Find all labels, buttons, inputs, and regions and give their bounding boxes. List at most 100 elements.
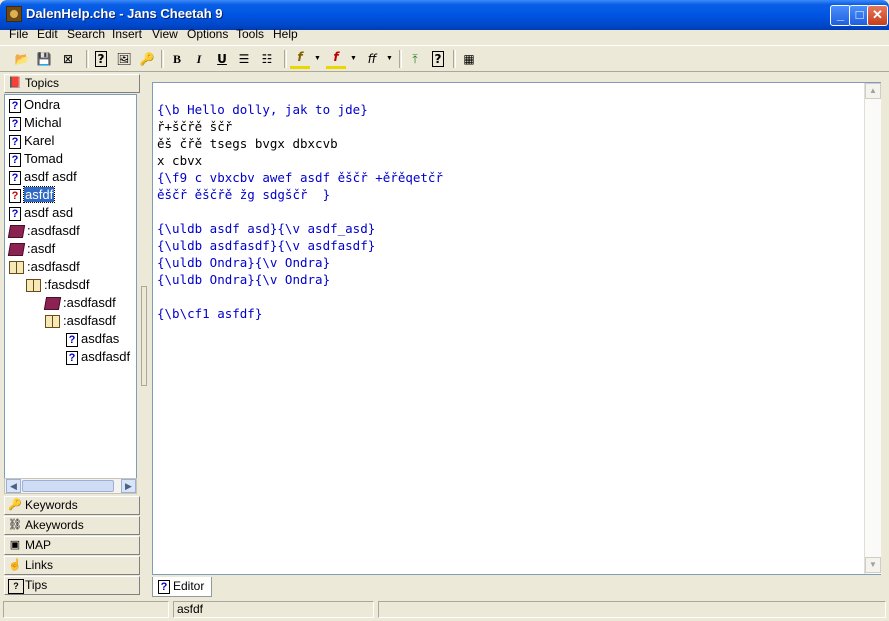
menu-edit[interactable]: Edit bbox=[37, 27, 58, 41]
question-icon: ? bbox=[66, 332, 78, 347]
run-help-icon: ? bbox=[431, 51, 445, 67]
tips-tab[interactable]: ? Tips bbox=[4, 576, 140, 595]
font-size-dropdown-icon[interactable]: ▼ bbox=[386, 49, 393, 69]
tree-item-label: :asdfasdf bbox=[27, 259, 80, 274]
bullet-list-icon: ☰ bbox=[238, 52, 250, 66]
window-title: DalenHelp.che - Jans Cheetah 9 bbox=[26, 6, 223, 21]
editor-line: ěš čřě tsegs bvgx dbxcvb bbox=[157, 136, 338, 151]
close-file-button[interactable]: ⊠ bbox=[58, 49, 78, 69]
tree-item[interactable]: ? asfdf bbox=[9, 186, 56, 203]
editor-line: {\uldb asdf asd}{\v asdf_asd} bbox=[157, 221, 376, 236]
keywords-button[interactable]: 🔑 bbox=[137, 49, 157, 69]
menu-insert[interactable]: Insert bbox=[112, 27, 142, 41]
scroll-up-icon[interactable]: ▲ bbox=[865, 83, 881, 99]
key-icon: 🔑 bbox=[139, 52, 155, 66]
save-button[interactable]: 💾 bbox=[34, 49, 54, 69]
tree-item[interactable]: ? Ondra bbox=[9, 97, 60, 113]
editor-line: {\uldb Ondra}{\v Ondra} bbox=[157, 255, 331, 270]
menu-bar: File Edit Search Insert View Options Too… bbox=[0, 25, 889, 44]
toolbar: 📂 💾 ⊠ ? 🖼 🔑 B I U ☰ ☷ f ▼ f ▼ ff ▼ ⤒ ? ▦ bbox=[0, 45, 889, 72]
menu-search[interactable]: Search bbox=[67, 27, 105, 41]
book-open-icon bbox=[9, 261, 24, 275]
status-panel-topic: asfdf bbox=[173, 601, 374, 618]
properties-icon: ▦ bbox=[463, 52, 475, 66]
tree-item[interactable]: :asdfasdf bbox=[7, 223, 80, 239]
status-panel-3 bbox=[378, 601, 886, 618]
editor-line: ěščř ěščřě žg sdgščř } bbox=[157, 187, 331, 202]
highlight-color-dropdown-icon[interactable]: ▼ bbox=[314, 49, 321, 69]
tree-item[interactable]: :asdf bbox=[7, 241, 55, 257]
tree-item-label: asfdf bbox=[22, 186, 56, 203]
tree-horizontal-scrollbar[interactable]: ◀ ▶ bbox=[4, 478, 137, 494]
open-button[interactable]: 📂 bbox=[12, 49, 32, 69]
question-icon: ? bbox=[9, 206, 21, 221]
compile-icon: ⤒ bbox=[412, 52, 418, 66]
editor-line: {\uldb asdfasdf}{\v asdfasdf} bbox=[157, 238, 376, 253]
tree-item-label: asdfasdf bbox=[81, 349, 131, 364]
minimize-icon: _ bbox=[836, 7, 845, 22]
tree-item[interactable]: ? Karel bbox=[9, 133, 54, 149]
topics-tab[interactable]: 📕 Topics bbox=[4, 74, 140, 93]
underline-button[interactable]: U bbox=[212, 49, 232, 69]
compile-button[interactable]: ⤒ bbox=[405, 49, 425, 69]
scroll-right-icon[interactable]: ▶ bbox=[121, 479, 136, 493]
question-icon: ? bbox=[9, 152, 21, 167]
highlight-color-button[interactable]: f bbox=[290, 49, 310, 69]
floppy-disk-icon: 💾 bbox=[36, 52, 52, 66]
font-size-button[interactable]: ff bbox=[362, 49, 382, 69]
tree-item[interactable]: ? asdf asd bbox=[9, 205, 73, 221]
app-icon[interactable] bbox=[6, 6, 22, 22]
tree-item[interactable]: ? Michal bbox=[9, 115, 62, 131]
status-panel-1 bbox=[3, 601, 169, 618]
tree-item[interactable]: :asdfasdf bbox=[45, 313, 116, 329]
tree-item[interactable]: :asdfasdf bbox=[43, 295, 116, 311]
editor-text[interactable]: {\b Hello dolly, jak to jde} ř+ščřě ščř ěš… bbox=[157, 101, 857, 322]
menu-help[interactable]: Help bbox=[273, 27, 298, 41]
topics-tree[interactable]: ? Ondra? Michal? Karel? Tomad? asdf asdf? asfd… bbox=[4, 94, 137, 479]
tree-item[interactable]: ? asdfasdf bbox=[66, 349, 130, 365]
run-help-button[interactable]: ? bbox=[428, 49, 448, 69]
editor-tab[interactable]: ? Editor bbox=[152, 577, 212, 597]
tree-item[interactable]: ? Tomad bbox=[9, 151, 63, 167]
scroll-left-icon[interactable]: ◀ bbox=[6, 479, 21, 493]
map-tab[interactable]: ▣ MAP bbox=[4, 536, 140, 555]
links-tab[interactable]: ☝ Links bbox=[4, 556, 140, 575]
editor-line: x cbvx bbox=[157, 153, 203, 168]
question-red-icon: ? bbox=[9, 188, 21, 203]
properties-button[interactable]: ▦ bbox=[459, 49, 479, 69]
bullet-list-button[interactable]: ☰ bbox=[234, 49, 254, 69]
font-color-button[interactable]: f bbox=[326, 49, 346, 69]
status-bar: asfdf bbox=[0, 599, 889, 621]
book-closed-icon bbox=[43, 297, 62, 311]
close-button[interactable]: ✕ bbox=[867, 5, 888, 26]
menu-tools[interactable]: Tools bbox=[236, 27, 264, 41]
numbered-list-button[interactable]: ☷ bbox=[257, 49, 277, 69]
menu-view[interactable]: View bbox=[152, 27, 178, 41]
menu-file[interactable]: File bbox=[9, 27, 28, 41]
tree-item[interactable]: :asdfasdf bbox=[9, 259, 80, 275]
editor-line: {\uldb Ondra}{\v Ondra} bbox=[157, 272, 331, 287]
link-chain-icon: ⛓ bbox=[8, 519, 22, 531]
editor-line: {\b\cf1 asfdf} bbox=[157, 306, 263, 321]
help-topic-icon: ? bbox=[158, 579, 170, 594]
font-color-dropdown-icon[interactable]: ▼ bbox=[350, 49, 357, 69]
minimize-button[interactable]: _ bbox=[830, 5, 851, 26]
menu-options[interactable]: Options bbox=[187, 27, 228, 41]
tree-item[interactable]: ? asdfas bbox=[66, 331, 119, 347]
italic-button[interactable]: I bbox=[189, 49, 209, 69]
insert-image-button[interactable]: 🖼 bbox=[114, 49, 134, 69]
panel-splitter[interactable] bbox=[141, 286, 147, 386]
scroll-down-icon[interactable]: ▼ bbox=[865, 557, 881, 573]
tree-item-label: asdf asd bbox=[24, 205, 74, 220]
tree-item[interactable]: ? asdf asdf bbox=[9, 169, 77, 185]
bold-button[interactable]: B bbox=[167, 49, 187, 69]
tree-item-label: Michal bbox=[24, 115, 62, 130]
tree-item[interactable]: :fasdsdf bbox=[26, 277, 90, 293]
akeywords-tab[interactable]: ⛓ Akeywords bbox=[4, 516, 140, 535]
keywords-tab[interactable]: 🔑 Keywords bbox=[4, 496, 140, 515]
scroll-thumb[interactable] bbox=[22, 480, 114, 492]
editor-vertical-scrollbar[interactable]: ▲ ▼ bbox=[864, 83, 881, 574]
help-topic-button[interactable]: ? bbox=[91, 49, 111, 69]
editor-line: ř+ščřě ščř bbox=[157, 119, 233, 134]
